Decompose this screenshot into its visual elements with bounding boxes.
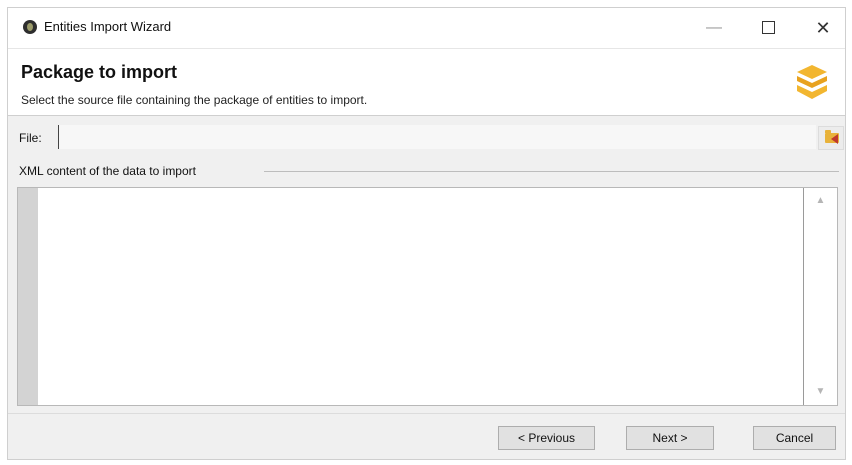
page-subtitle: Select the source file containing the pa…: [21, 93, 368, 107]
package-icon: [797, 65, 827, 99]
window-title: Entities Import Wizard: [44, 19, 172, 34]
pointer-arrow-icon: [831, 134, 838, 144]
file-row: File:: [8, 122, 845, 152]
line-gutter: [18, 188, 38, 405]
xml-content-editor[interactable]: [38, 188, 802, 405]
file-label: File:: [19, 131, 42, 145]
footer-divider: [8, 413, 845, 414]
vertical-scrollbar[interactable]: ▲ ▼: [803, 188, 837, 405]
title-bar: Entities Import Wizard — ✕: [8, 8, 845, 48]
xml-content-panel: ▲ ▼: [17, 187, 838, 406]
group-divider: [264, 171, 839, 172]
wizard-header: Package to import Select the source file…: [8, 48, 845, 116]
file-path-input[interactable]: [58, 125, 816, 149]
page-title: Package to import: [21, 62, 178, 82]
wizard-window: Entities Import Wizard — ✕ Package to im…: [7, 7, 846, 460]
close-button[interactable]: ✕: [800, 8, 846, 48]
cancel-button[interactable]: Cancel: [753, 426, 836, 450]
next-button[interactable]: Next >: [626, 426, 714, 450]
previous-button[interactable]: < Previous: [498, 426, 595, 450]
minimize-button[interactable]: —: [691, 8, 737, 48]
app-icon: [23, 20, 37, 34]
maximize-button[interactable]: [745, 8, 791, 48]
maximize-icon: [761, 21, 775, 35]
scroll-up-icon[interactable]: ▲: [804, 192, 837, 210]
scroll-down-icon[interactable]: ▼: [804, 383, 837, 401]
xml-group-label: XML content of the data to import: [19, 164, 200, 178]
